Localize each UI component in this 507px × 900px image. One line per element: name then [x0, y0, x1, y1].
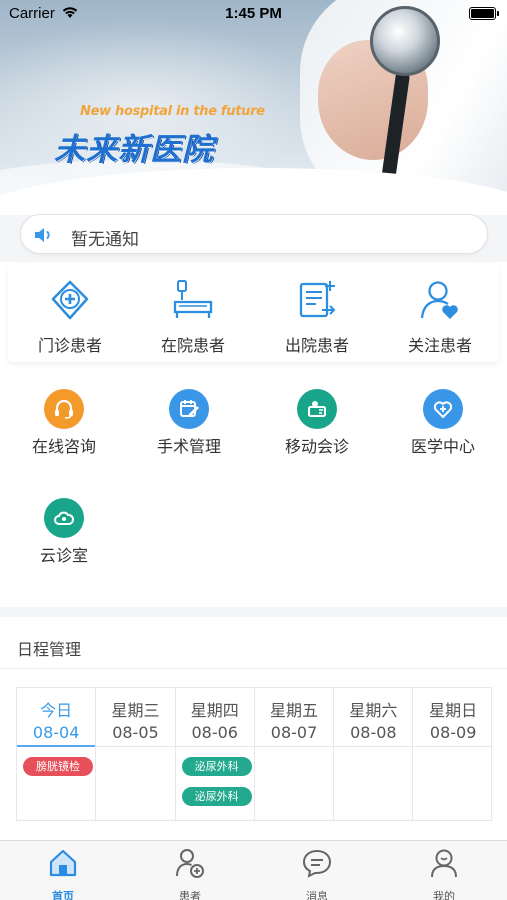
headset-icon [44, 389, 84, 429]
schedule-day-column[interactable]: 星期五 08-07 [254, 688, 335, 820]
hero-banner[interactable]: New hospital in the future 未来新医院 [0, 0, 507, 215]
divider [0, 668, 507, 669]
schedule-day-date: 08-08 [350, 723, 397, 742]
schedule-day-date: 08-04 [32, 723, 80, 742]
outpatient-icon [51, 280, 89, 320]
calendar-edit-icon [169, 389, 209, 429]
inpatient-bed-icon [173, 280, 213, 318]
schedule-day-column[interactable]: 星期三 08-05 [96, 688, 176, 820]
tab-profile-label: 我的 [433, 890, 455, 900]
tab-messages[interactable]: 消息 [254, 847, 380, 900]
patient-menu: 门诊患者 在院患者 出院患者 关注患者 [8, 266, 499, 362]
menu-inpatient-label: 在院患者 [160, 336, 225, 355]
schedule-day-header[interactable]: 星期五 08-07 [254, 688, 334, 747]
schedule-day-name: 星期四 [190, 701, 239, 720]
tab-patients[interactable]: 患者 [127, 847, 253, 900]
schedule-day-column[interactable]: 今日 08-04 膀胱镜检 [17, 688, 97, 820]
menu-followed-label: 关注患者 [407, 336, 472, 355]
service-online-consult-label: 在线咨询 [31, 437, 96, 456]
banner-subtitle: New hospital in the future [80, 104, 265, 119]
schedule-day-column[interactable]: 星期四 08-06 泌尿外科 泌尿外科 [175, 688, 255, 820]
tab-profile[interactable]: 我的 [381, 847, 507, 900]
schedule-day-name: 星期六 [349, 701, 398, 720]
schedule-event[interactable]: 泌尿外科 [181, 787, 252, 806]
home-icon [49, 849, 77, 877]
tab-home-label: 首页 [52, 890, 74, 900]
menu-inpatient[interactable]: 在院患者 [131, 278, 255, 356]
schedule-day-date: 08-05 [112, 723, 159, 742]
speaker-icon [35, 228, 50, 242]
heart-stethoscope-icon [423, 389, 463, 429]
schedule-day-name: 今日 [40, 701, 73, 720]
schedule-calendar: 今日 08-04 膀胱镜检 星期三 08-05 星期四 08-06 泌尿外科 泌… [16, 687, 493, 821]
discharge-icon [299, 281, 336, 318]
schedule-day-header[interactable]: 星期日 08-09 [413, 688, 493, 747]
status-bar: Carrier 1:45 PM [0, 0, 507, 28]
schedule-day-date: 08-06 [191, 723, 238, 742]
schedule-event[interactable]: 泌尿外科 [181, 757, 252, 776]
menu-followed[interactable]: 关注患者 [378, 278, 502, 356]
schedule-day-header[interactable]: 今日 08-04 [17, 688, 96, 747]
service-medical-center[interactable]: 医学中心 [381, 389, 505, 457]
schedule-day-date: 08-09 [429, 723, 477, 742]
notice-bar[interactable]: 暂无通知 [20, 214, 488, 254]
cloud-clinic-icon [44, 498, 84, 538]
app-screen: New hospital in the future 未来新医院 Carrier… [0, 0, 507, 900]
consult-icon [297, 389, 337, 429]
schedule-title: 日程管理 [17, 640, 82, 659]
schedule-day-column[interactable]: 星期六 08-08 [334, 688, 414, 820]
profile-icon [431, 849, 457, 878]
tab-home[interactable]: 首页 [0, 847, 126, 900]
schedule-day-name: 星期三 [111, 701, 160, 720]
menu-outpatient-label: 门诊患者 [37, 336, 102, 355]
battery-icon [469, 7, 499, 20]
tab-patients-label: 患者 [179, 890, 201, 900]
service-online-consult[interactable]: 在线咨询 [2, 389, 126, 457]
schedule-day-name: 星期五 [270, 701, 319, 720]
menu-discharged[interactable]: 出院患者 [255, 278, 379, 356]
schedule-day-column[interactable]: 星期日 08-09 [413, 688, 493, 820]
schedule-event[interactable]: 膀胱镜检 [23, 757, 93, 776]
followed-patient-icon [420, 281, 458, 319]
service-mobile-consult[interactable]: 移动会诊 [255, 389, 379, 457]
schedule-day-header[interactable]: 星期四 08-06 [175, 688, 254, 747]
banner-title: 未来新医院 [54, 132, 214, 168]
service-cloud-clinic-label: 云诊室 [39, 546, 88, 565]
message-icon [302, 849, 332, 878]
service-mobile-consult-label: 移动会诊 [284, 437, 349, 456]
schedule-section: 日程管理 今日 08-04 膀胱镜检 星期三 08-05 星期四 08-06 泌… [0, 617, 507, 840]
schedule-day-header[interactable]: 星期六 08-08 [334, 688, 413, 747]
schedule-day-header[interactable]: 星期三 08-05 [96, 688, 175, 747]
menu-discharged-label: 出院患者 [284, 336, 349, 355]
tab-bar: 首页 患者 消息 我的 [0, 840, 507, 900]
schedule-day-name: 星期日 [429, 701, 478, 720]
service-surgery-label: 手术管理 [156, 437, 221, 456]
notice-text: 暂无通知 [71, 230, 139, 250]
service-cloud-clinic[interactable]: 云诊室 [2, 498, 126, 566]
menu-outpatient[interactable]: 门诊患者 [8, 278, 132, 356]
service-medical-center-label: 医学中心 [410, 437, 475, 456]
service-surgery[interactable]: 手术管理 [127, 389, 251, 457]
patient-add-icon [176, 849, 204, 878]
schedule-day-date: 08-07 [270, 723, 318, 742]
status-time: 1:45 PM [225, 5, 282, 22]
tab-messages-label: 消息 [306, 890, 328, 900]
